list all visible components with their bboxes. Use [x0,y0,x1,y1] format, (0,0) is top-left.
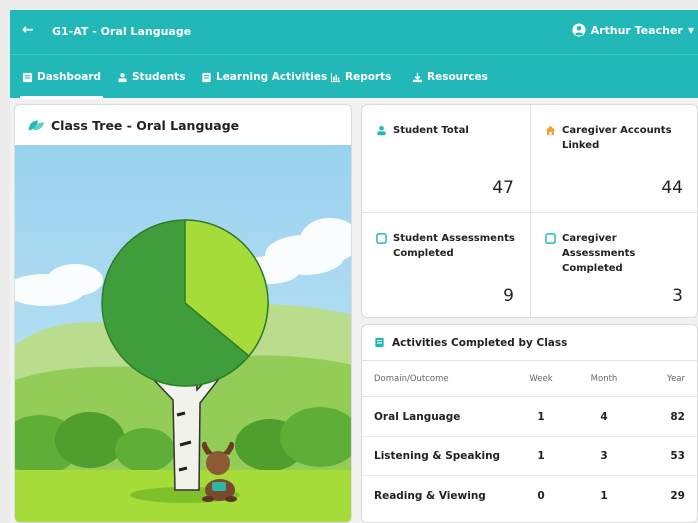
checkbox-icon [376,233,387,244]
row-year: 29 [670,489,685,502]
class-tree-header: Class Tree - Oral Language [15,105,351,145]
app-frame: ← G1-AT - Oral Language Arthur Teacher ▼… [10,10,698,523]
tab-dashboard[interactable]: Dashboard [19,55,104,99]
stat-caregiver-assessments: Caregiver Assessments Completed 3 [531,213,697,317]
row-month: 3 [600,450,608,462]
stat-value: 9 [503,286,514,306]
class-tree-card: Class Tree - Oral Language [14,104,352,523]
leaf-icon [28,120,45,131]
stats-card: Student Total 47 Caregiver Accounts Link… [361,104,698,318]
caret-down-icon: ▼ [687,25,694,35]
stat-label: Caregiver Accounts Linked [562,125,672,151]
table-row: Reading & Viewing 0 1 29 [362,476,697,515]
tab-label: Learning Activities [216,71,328,83]
students-icon [118,72,127,82]
tab-label: Dashboard [37,71,102,83]
arrow-left-icon[interactable]: ← [22,22,34,38]
activities-title: Activities Completed by Class [392,336,568,349]
student-icon [377,125,386,136]
row-domain: Reading & Viewing [374,489,486,502]
stat-label: Student Assessments Completed [393,233,515,259]
tab-learning-activities[interactable]: Learning Activities [201,55,327,99]
row-week: 0 [537,489,545,502]
column-header-week: Week [529,373,553,384]
stat-label: Student Total [393,125,469,136]
stat-label-wrap: Caregiver Assessments Completed [545,231,691,276]
stat-student-assessments: Student Assessments Completed 9 [362,213,530,317]
table-row: Listening & Speaking 1 3 53 [362,437,697,476]
column-header-domain: Domain/Outcome [374,373,449,384]
user-circle-icon [572,23,586,37]
tab-label: Reports [345,71,392,83]
tab-label: Resources [427,71,488,83]
top-bar: ← G1-AT - Oral Language Arthur Teacher ▼ [10,10,698,54]
row-week: 1 [537,411,545,423]
user-name: Arthur Teacher [590,23,683,37]
user-menu[interactable]: Arthur Teacher ▼ [572,23,694,37]
row-domain: Oral Language [374,411,461,423]
stat-student-total: Student Total 47 [362,105,530,212]
activities-icon [202,72,211,82]
tab-label: Students [132,71,186,83]
dashboard-icon [22,72,33,82]
row-month: 4 [600,411,608,423]
stat-label-wrap: Student Assessments Completed [376,231,522,261]
table-row: Oral Language 1 4 82 [362,398,697,437]
class-tree-scene [15,145,351,522]
activities-card: Activities Completed by Class Domain/Out… [361,324,698,523]
row-year: 53 [670,450,685,462]
book-icon [375,337,384,348]
column-header-month: Month [590,373,618,384]
nav-bar: Dashboard Students Learning Activities R… [10,54,698,99]
tab-reports[interactable]: Reports [330,55,391,99]
stat-value: 47 [492,178,514,198]
table-header: Domain/Outcome Week Month Year [362,361,697,397]
row-month: 1 [600,489,608,502]
stat-caregiver-accounts: Caregiver Accounts Linked 44 [531,105,697,212]
stat-label-wrap: Student Total [376,123,522,138]
checkbox-icon [545,233,556,244]
resources-icon [412,72,423,82]
activities-header: Activities Completed by Class [362,325,697,361]
course-title: G1-AT - Oral Language [52,25,192,38]
row-year: 82 [670,411,685,423]
stat-value: 44 [661,178,683,198]
row-week: 1 [537,450,545,462]
home-icon [545,125,556,136]
class-tree-title: Class Tree - Oral Language [51,117,240,133]
row-domain: Listening & Speaking [374,450,501,462]
stat-label-wrap: Caregiver Accounts Linked [545,123,691,153]
stat-label: Caregiver Assessments Completed [562,233,636,274]
tab-students[interactable]: Students [117,55,185,99]
stat-value: 3 [672,286,683,306]
column-header-year: Year [667,373,685,384]
reports-icon [330,72,341,82]
tab-resources[interactable]: Resources [412,55,488,99]
